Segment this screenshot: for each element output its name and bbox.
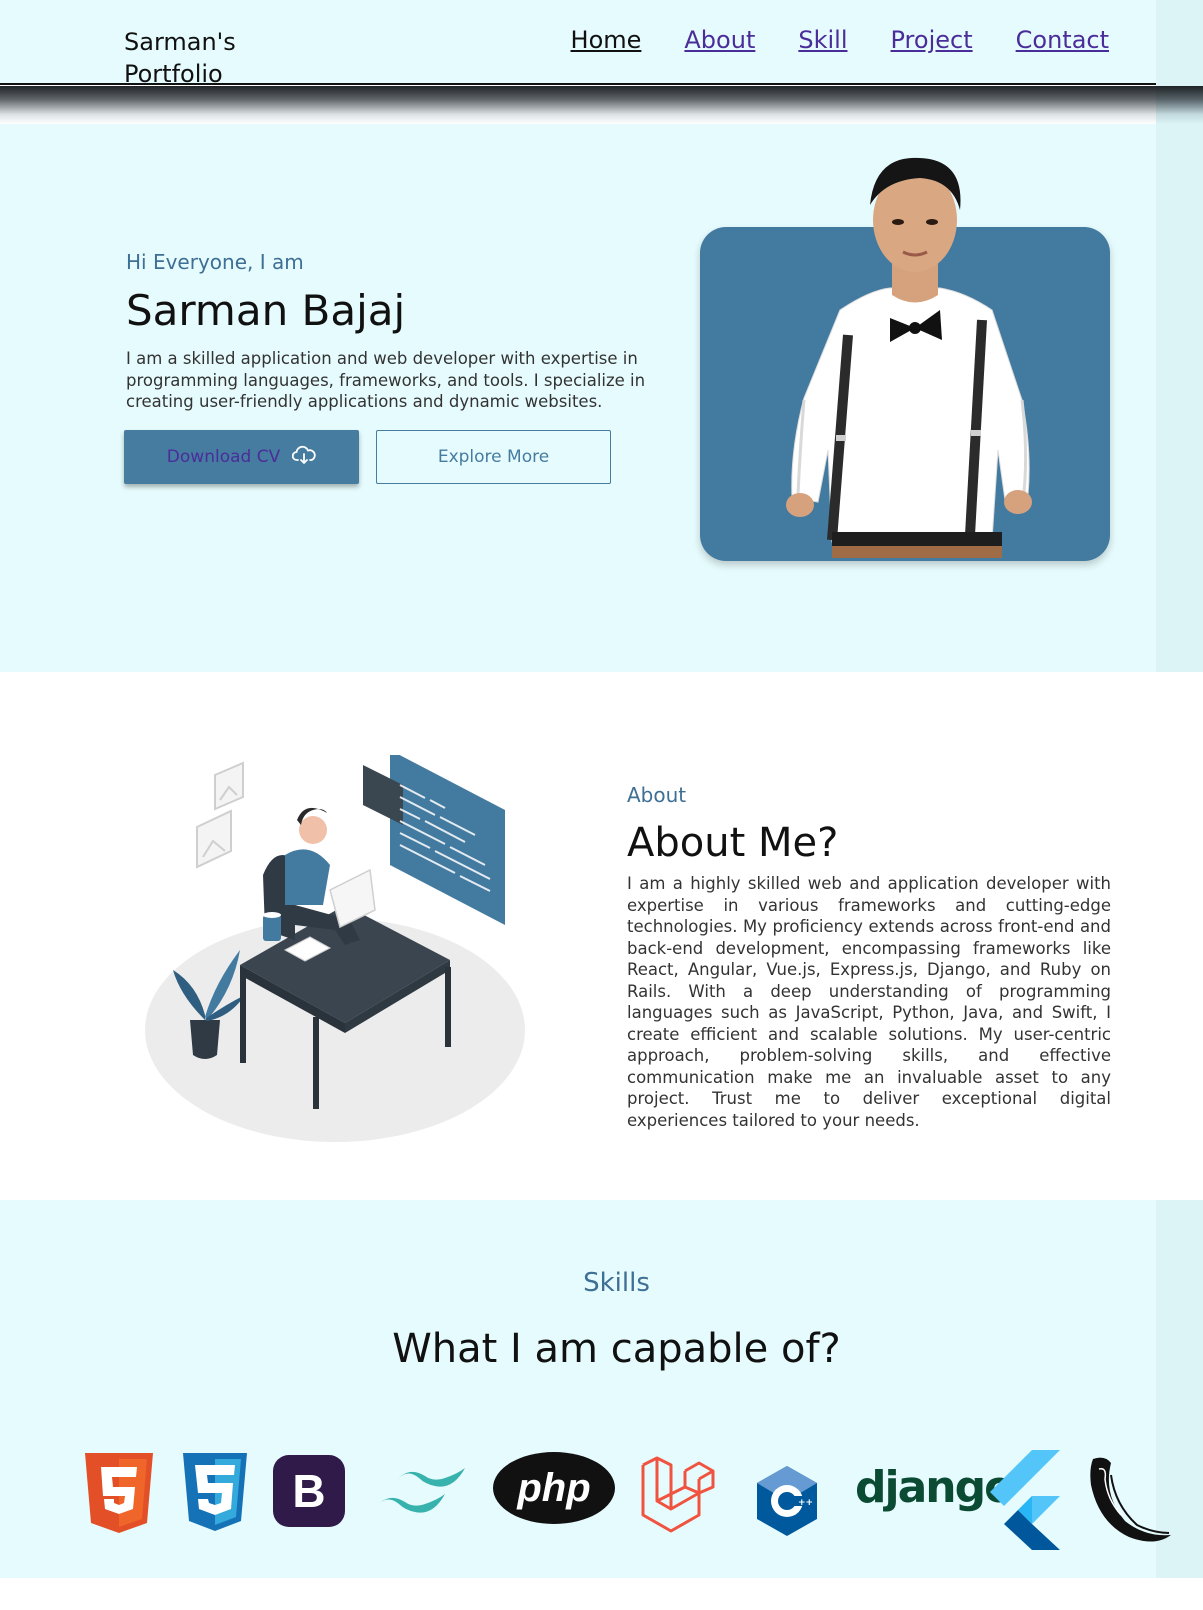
css3-icon: [183, 1453, 247, 1531]
tailwind-icon: [377, 1468, 465, 1513]
nav-link-contact[interactable]: Contact: [1016, 26, 1109, 54]
nav-link-home[interactable]: Home: [571, 26, 642, 54]
php-icon: php: [493, 1452, 615, 1524]
about-description: I am a highly skilled web and applicatio…: [627, 874, 1111, 1130]
nav-links: Home About Skill Project Contact: [571, 26, 1109, 54]
skills-section-label: Skills: [583, 1268, 650, 1298]
flask-icon: [1090, 1457, 1171, 1542]
about-section-label: About: [627, 783, 687, 807]
hero-greeting: Hi Everyone, I am: [126, 250, 304, 274]
html5-icon: [85, 1453, 153, 1533]
picture-frame-icon: [196, 761, 244, 869]
nav-link-about[interactable]: About: [684, 26, 755, 54]
nav-link-skill[interactable]: Skill: [798, 26, 847, 54]
laravel-icon: [641, 1456, 715, 1533]
developer-at-desk-illustration: [145, 755, 525, 1142]
navbar: Sarman's Portfolio Home About Skill Proj…: [0, 0, 1203, 88]
brand-logo[interactable]: Sarman's Portfolio: [124, 26, 284, 90]
download-cv-button[interactable]: Download CV: [124, 430, 359, 484]
hero-name: Sarman Bajaj: [126, 286, 406, 335]
navbar-shadow: [0, 86, 1203, 124]
nav-link-project[interactable]: Project: [891, 26, 973, 54]
explore-more-button[interactable]: Explore More: [376, 430, 611, 484]
cpp-icon: ++: [757, 1466, 817, 1536]
svg-text:++: ++: [798, 1498, 813, 1508]
cloud-download-icon: [292, 445, 316, 470]
bootstrap-icon: B: [273, 1455, 345, 1527]
about-title: About Me?: [627, 820, 839, 866]
page-footer-gap: [0, 1578, 1203, 1610]
skills-title: What I am capable of?: [392, 1326, 841, 1372]
profile-photo: [786, 157, 1032, 558]
hero-description: I am a skilled application and web devel…: [126, 349, 646, 411]
flutter-icon: [990, 1450, 1060, 1550]
download-cv-label: Download CV: [166, 447, 281, 467]
